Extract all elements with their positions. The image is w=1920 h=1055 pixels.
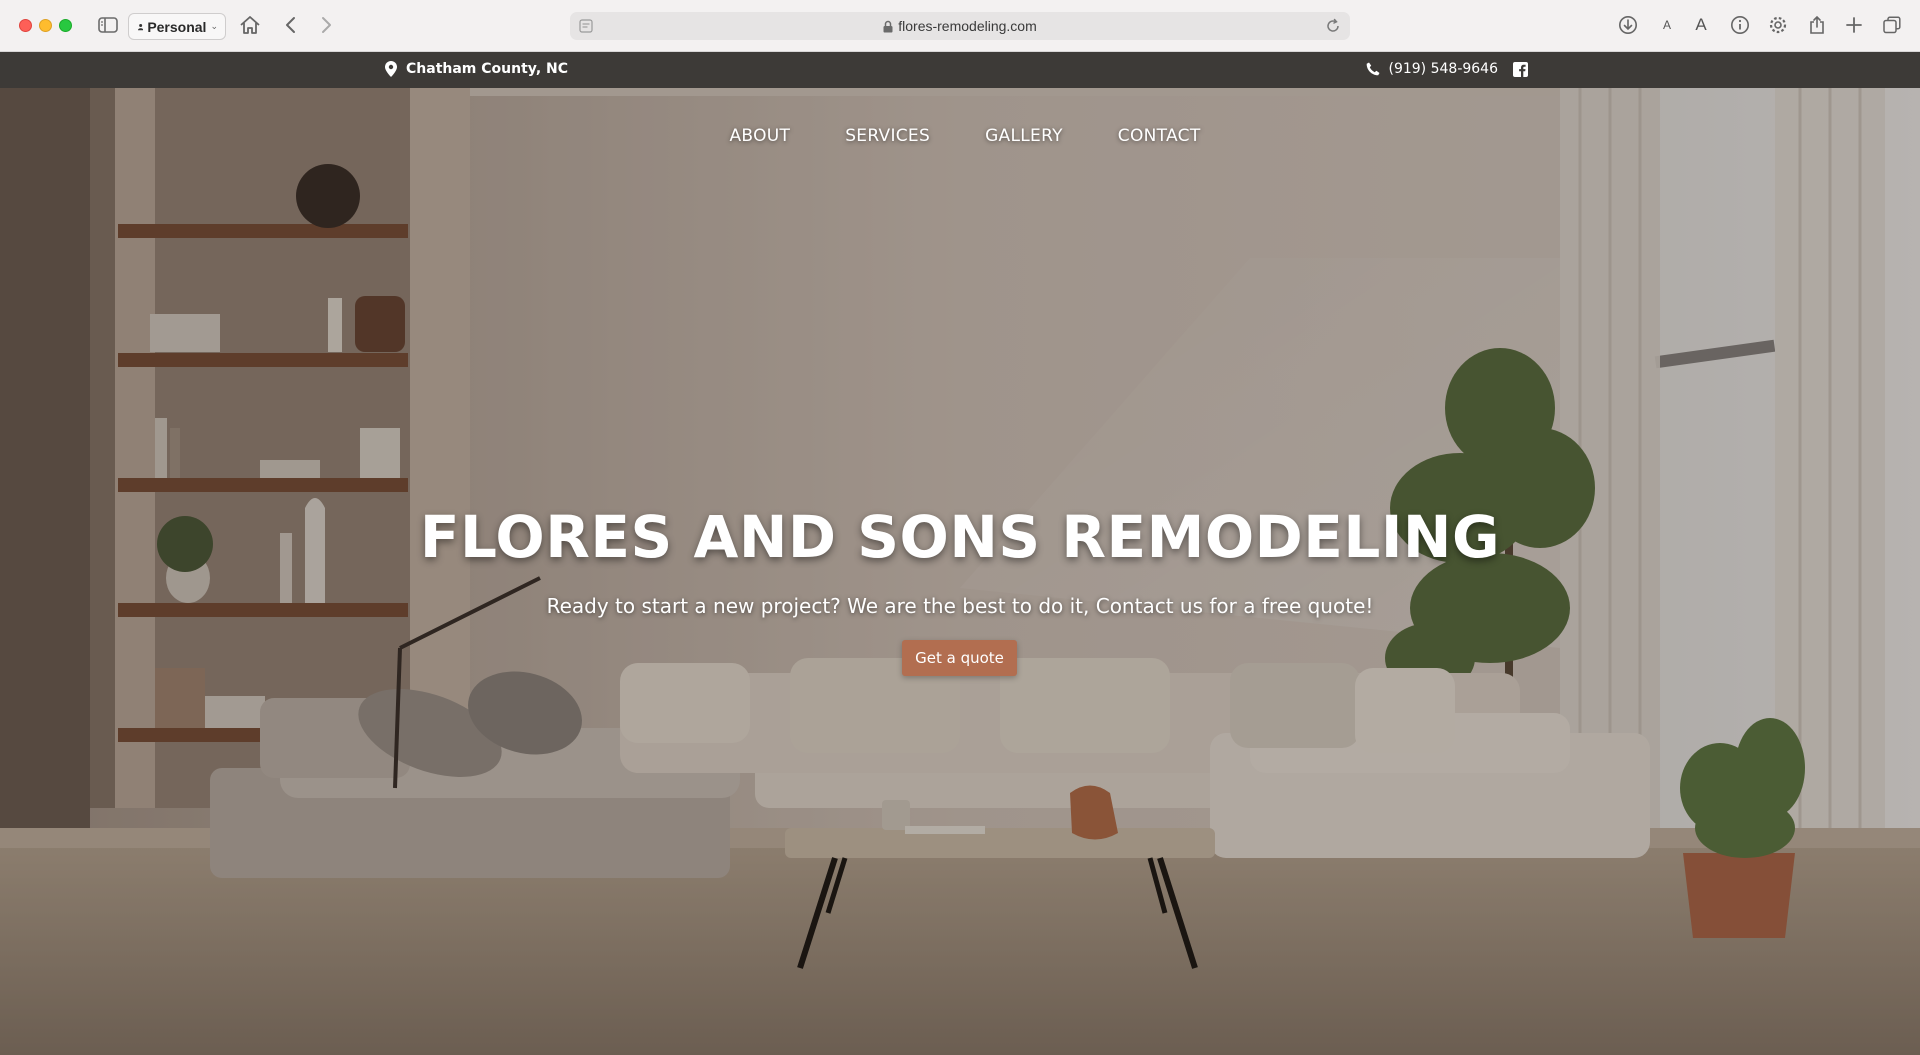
nav-services[interactable]: SERVICES bbox=[845, 126, 930, 146]
location-info: Chatham County, NC bbox=[385, 61, 568, 77]
map-pin-icon bbox=[385, 61, 397, 77]
reader-icon[interactable] bbox=[579, 19, 593, 36]
phone-icon bbox=[1366, 62, 1379, 76]
chevron-down-icon: ⌄ bbox=[210, 21, 218, 31]
sidebar-toggle-icon[interactable] bbox=[97, 14, 119, 36]
browser-toolbar: Personal ⌄ flores-remodeling.com A A bbox=[0, 0, 1920, 52]
hero-subtitle: Ready to start a new project? We are the… bbox=[546, 594, 1374, 618]
get-quote-button[interactable]: Get a quote bbox=[902, 640, 1017, 676]
hero-section: ABOUT SERVICES GALLERY CONTACT FLORES AN… bbox=[0, 88, 1920, 1055]
hero-title: FLORES AND SONS REMODELING bbox=[419, 503, 1501, 571]
forward-icon[interactable] bbox=[318, 14, 334, 36]
url-text: flores-remodeling.com bbox=[898, 18, 1037, 34]
zoom-window-button[interactable] bbox=[59, 19, 72, 32]
downloads-icon[interactable] bbox=[1617, 14, 1639, 36]
reload-icon[interactable] bbox=[1325, 18, 1341, 37]
profile-selector[interactable]: Personal ⌄ bbox=[128, 13, 226, 40]
phone-number-link[interactable]: (919) 548-9646 bbox=[1389, 61, 1499, 77]
new-tab-icon[interactable] bbox=[1844, 14, 1864, 36]
phone-social-info: (919) 548-9646 bbox=[1366, 61, 1528, 77]
home-icon[interactable] bbox=[238, 14, 262, 36]
text-larger-button[interactable]: A bbox=[1692, 14, 1710, 36]
back-icon[interactable] bbox=[283, 14, 299, 36]
facebook-icon[interactable] bbox=[1513, 61, 1528, 77]
location-text: Chatham County, NC bbox=[406, 61, 568, 77]
profile-label: Personal bbox=[147, 18, 207, 35]
hero-dim-overlay bbox=[0, 88, 1920, 1055]
main-nav: ABOUT SERVICES GALLERY CONTACT bbox=[0, 126, 1920, 146]
info-icon[interactable] bbox=[1729, 14, 1751, 36]
lock-icon bbox=[883, 20, 893, 33]
close-window-button[interactable] bbox=[19, 19, 32, 32]
share-icon[interactable] bbox=[1807, 14, 1827, 36]
nav-gallery[interactable]: GALLERY bbox=[985, 126, 1063, 146]
settings-gear-icon[interactable] bbox=[1767, 14, 1789, 36]
contact-info-bar: Chatham County, NC (919) 548-9646 bbox=[0, 52, 1920, 88]
tab-overview-icon[interactable] bbox=[1881, 14, 1903, 36]
address-bar[interactable]: flores-remodeling.com bbox=[570, 12, 1350, 40]
person-icon bbox=[138, 23, 144, 30]
nav-contact[interactable]: CONTACT bbox=[1118, 126, 1201, 146]
nav-about[interactable]: ABOUT bbox=[730, 126, 791, 146]
minimize-window-button[interactable] bbox=[39, 19, 52, 32]
text-smaller-button[interactable]: A bbox=[1659, 14, 1675, 36]
